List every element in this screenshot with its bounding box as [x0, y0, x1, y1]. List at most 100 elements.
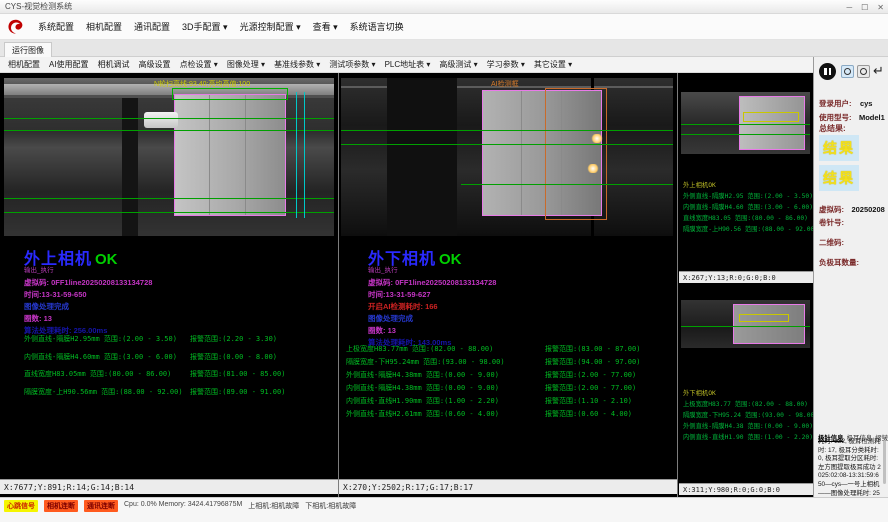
upper-camera-status[interactable]: 上相机:相机故障 — [248, 501, 299, 511]
middle-ok-status: OK — [439, 251, 462, 268]
middle-exec-label: 输出_执行 — [368, 268, 496, 275]
result-line: 内侧直线-隔膜H4.60 范围:(3.00 - 6.00) — [683, 202, 813, 213]
return-arrow-icon[interactable]: ↵ — [873, 64, 884, 77]
tool-advanced-settings[interactable]: 高级设置 — [139, 59, 171, 70]
reflection-glow — [587, 164, 599, 173]
menu-bar: 系统配置 相机配置 通讯配置 3D手配置 ▾ 光源控制配置 ▾ 查看 ▾ 系统语… — [0, 14, 888, 40]
middle-turn-count: 圈数: 13 — [368, 327, 496, 335]
camera-result-button[interactable] — [857, 65, 870, 78]
tool-advanced-test[interactable]: 高级测试 ▾ — [439, 59, 477, 70]
tab-run-image[interactable]: 运行图像 — [4, 42, 52, 58]
brand-swirl-icon — [6, 18, 26, 36]
result-line: 隔膜宽度-上H90.56 范围:(88.00 - 92.00) — [683, 224, 813, 235]
panel-divider — [677, 73, 678, 497]
result-line: 外侧直线-隔膜H4.38 范围:(0.00 - 9.00) — [683, 421, 813, 432]
model-label: 使用型号: — [819, 113, 852, 122]
middle-pixel-coordinates: X:270;Y:2502;R:17;G:17;B:17 — [339, 479, 677, 494]
middle-camera-image[interactable]: AI检测框 — [341, 78, 673, 236]
detect-zone-box — [743, 112, 799, 122]
measure-row: 外侧直线-直线H2.61mm 范围:(0.60 - 4.00)报警范围:(0.6… — [346, 409, 671, 422]
tool-spot-check[interactable]: 点检设置 ▾ — [180, 59, 218, 70]
left-camera-image[interactable]: N轮扫高线:93.40;亮均高值:100 — [4, 78, 334, 236]
middle-ai-time: 开启AI检测耗时: 166 — [368, 303, 496, 311]
left-camera-title: 外上相机OK — [24, 252, 152, 268]
cell-region-outline — [733, 304, 805, 344]
measure-row: 外侧直线-隔膜H4.38mm 范围:(0.00 - 9.00)报警范围:(2.0… — [346, 370, 671, 383]
negative-tab-count-label: 负极耳数量: — [819, 257, 859, 268]
window-titlebar[interactable]: CYS-视觉检测系统 — [0, 0, 888, 14]
heartbeat-status-badge: 心跳信号 — [4, 500, 38, 512]
result-badge-top: 结果 — [819, 135, 859, 161]
window-controls: ─ ☐ ✕ — [846, 0, 884, 14]
qr-code-label: 二维码: — [819, 237, 844, 248]
cpu-memory-status: Cpu: 0.0% Memory: 3424.41796875M — [124, 501, 242, 508]
camera-icon — [844, 68, 851, 75]
total-result-label: 总结果: — [819, 123, 846, 134]
gripper-connector — [144, 112, 178, 128]
right-bottom-camera-image[interactable] — [681, 300, 810, 348]
minimize-button[interactable]: ─ — [846, 3, 852, 12]
menu-item-light-control[interactable]: 光源控制配置 ▾ — [240, 20, 301, 33]
right-top-camera-image[interactable] — [681, 92, 810, 154]
middle-camera-title: 外下相机OK — [368, 252, 496, 268]
status-bar: 心跳信号 相机连断 通讯连断 Cpu: 0.0% Memory: 3424.41… — [0, 497, 888, 522]
ai-detection-box — [545, 88, 607, 220]
measure-row: 内侧直线-隔膜H4.60mm 范围:(3.00 - 6.00)报警范围:(0.0… — [24, 352, 334, 370]
tool-ai-config[interactable]: AI使用配置 — [49, 59, 89, 70]
result-line: 外上相机OK — [683, 180, 813, 191]
lower-camera-status[interactable]: 下相机:相机故障 — [305, 501, 356, 511]
camera-icon — [860, 68, 867, 75]
left-exec-label: 输出_执行 — [24, 268, 152, 275]
right-bottom-pixel-coordinates: X:311;Y:980;R:0;G:0;B:0 — [679, 483, 813, 495]
result-line: 外下相机OK — [683, 388, 813, 399]
virtual-code-row: 虚拟码: 20250208 — [819, 199, 885, 217]
menu-item-comm-config[interactable]: 通讯配置 — [134, 20, 170, 33]
tool-bar: 相机配置 AI使用配置 相机调试 高级设置 点检设置 ▾ 图像处理 ▾ 基准线参… — [0, 57, 813, 73]
virtual-code-value: 20250208 — [851, 205, 884, 214]
measure-row: 上极宽度H83.77mm 范围:(82.00 - 88.00)报警范围:(83.… — [346, 344, 671, 357]
right-top-pixel-coordinates: X:267;Y:13;R:0;G:0;B:0 — [679, 271, 813, 283]
menu-item-view[interactable]: 查看 ▾ — [313, 20, 338, 33]
menu-item-system-config[interactable]: 系统配置 — [38, 20, 74, 33]
left-processing-done: 图像处理完成 — [24, 303, 152, 311]
middle-virtual-code: 虚拟码: 0FF1line20250208133134728 — [368, 279, 496, 287]
scan-line-box — [172, 88, 288, 100]
pause-icon — [829, 68, 832, 75]
menu-item-3d-hand-config[interactable]: 3D手配置 ▾ — [182, 20, 228, 33]
tool-other-settings[interactable]: 其它设置 ▾ — [534, 59, 572, 70]
pause-button[interactable] — [819, 63, 836, 80]
winding-pin-label: 卷针号: — [819, 217, 844, 228]
panel-divider — [338, 73, 339, 497]
left-measurement-rows: 外侧直线-隔膜H2.95mm 范围:(2.00 - 3.50)报警范围:(2.2… — [24, 334, 334, 404]
result-badge-bottom: 结果 — [819, 165, 859, 191]
right-bottom-result-lines: 外下相机OK 上极宽度H83.77 范围:(82.00 - 88.00) 隔膜宽… — [683, 388, 813, 443]
camera-link-status-badge: 相机连断 — [44, 500, 78, 512]
close-button[interactable]: ✕ — [877, 3, 884, 12]
model-value: Model1 — [859, 113, 885, 122]
left-pixel-coordinates: X:7677;Y:891;R:14;G:14;B:14 — [0, 479, 338, 494]
measure-row: 内侧直线-隔膜H4.38mm 范围:(0.00 - 9.00)报警范围:(2.0… — [346, 383, 671, 396]
left-turn-count: 圈数: 13 — [24, 315, 152, 323]
log-scrollbar[interactable] — [883, 440, 886, 484]
tool-baseline-params[interactable]: 基准线参数 ▾ — [274, 59, 320, 70]
tool-camera-config[interactable]: 相机配置 — [8, 59, 40, 70]
menu-item-camera-config[interactable]: 相机配置 — [86, 20, 122, 33]
left-virtual-code: 虚拟码: 0FF1line20250208133134728 — [24, 279, 152, 287]
result-line: 外侧直线-隔膜H2.95 范围:(2.00 - 3.50) — [683, 191, 813, 202]
tool-image-processing[interactable]: 图像处理 ▾ — [227, 59, 265, 70]
middle-result-block: 外下相机OK 输出_执行 虚拟码: 0FF1line20250208133134… — [368, 252, 496, 347]
scanline-overlay-text: N轮扫高线:93.40;亮均高值:100 — [154, 79, 250, 89]
middle-processing-done: 图像处理完成 — [368, 315, 496, 323]
middle-time: 时间:13-31-59-627 — [368, 291, 496, 299]
measure-row: 隔膜宽度-上H90.56mm 范围:(88.00 - 92.00)报警范围:(8… — [24, 387, 334, 405]
left-ok-status: OK — [95, 251, 118, 268]
left-time: 时间:13-31-59-650 — [24, 291, 152, 299]
menu-item-language-switch[interactable]: 系统语言切换 — [350, 20, 404, 33]
tool-plc-address[interactable]: PLC地址表 ▾ — [385, 59, 431, 70]
camera-live-button[interactable] — [841, 65, 854, 78]
tool-learning-params[interactable]: 学习参数 ▾ — [487, 59, 525, 70]
maximize-button[interactable]: ☐ — [861, 3, 868, 12]
tool-camera-debug[interactable]: 相机调试 — [98, 59, 130, 70]
tool-test-params[interactable]: 测试项参数 ▾ — [329, 59, 375, 70]
result-line: 内侧直线-直线H1.90 范围:(1.00 - 2.20) — [683, 432, 813, 443]
